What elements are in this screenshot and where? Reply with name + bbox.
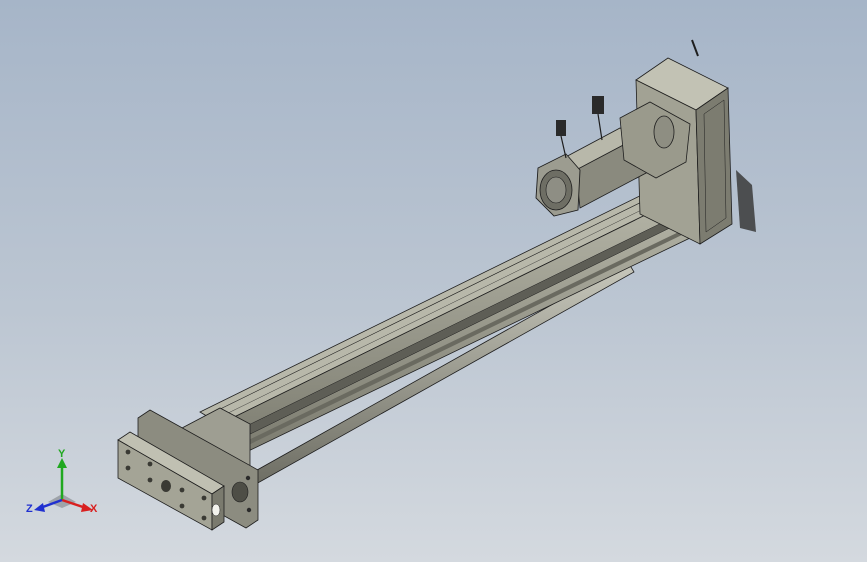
z-axis-label: Z [26, 503, 33, 515]
profile-rail-top[interactable] [199, 185, 681, 425]
x-axis-label: X [90, 503, 98, 515]
linear-actuator-model[interactable] [0, 0, 867, 562]
gearbox-shadow [736, 170, 756, 232]
motor-coupling[interactable] [653, 115, 675, 149]
y-axis-label: Y [58, 448, 66, 460]
profile-groove-2 [232, 228, 688, 452]
graphics-viewport[interactable]: Y X Z [0, 0, 867, 562]
gearbox-housing-side[interactable] [695, 87, 733, 245]
view-orientation-triad[interactable]: Y X Z [26, 448, 106, 520]
power-connector[interactable] [592, 96, 604, 141]
profile-groove [225, 211, 687, 445]
encoder-connector[interactable] [556, 120, 567, 159]
z-axis-arrow-icon [34, 503, 45, 512]
